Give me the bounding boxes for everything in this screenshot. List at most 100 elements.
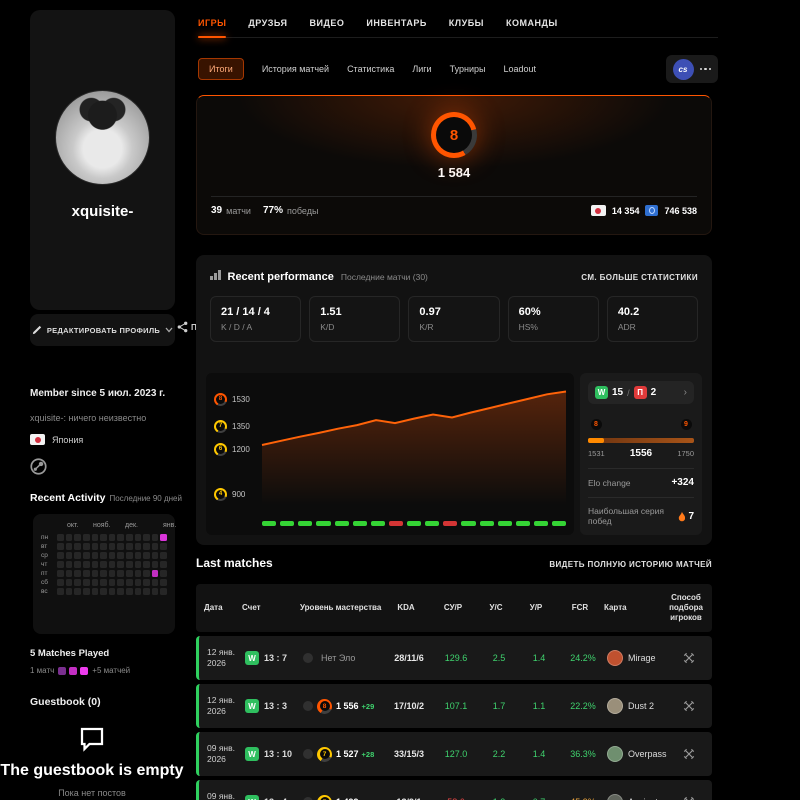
heatmap-cell[interactable]: [152, 561, 159, 568]
heatmap-cell[interactable]: [83, 579, 90, 586]
heatmap-cell[interactable]: [152, 570, 159, 577]
heatmap-cell[interactable]: [100, 588, 107, 595]
steam-link[interactable]: [30, 458, 47, 480]
heatmap-cell[interactable]: [74, 534, 81, 541]
heatmap-cell[interactable]: [83, 552, 90, 559]
heatmap-cell[interactable]: [117, 579, 124, 586]
heatmap-cell[interactable]: [126, 588, 133, 595]
heatmap-cell[interactable]: [66, 570, 73, 577]
heatmap-cell[interactable]: [126, 552, 133, 559]
heatmap-cell[interactable]: [135, 579, 142, 586]
heatmap-cell[interactable]: [83, 570, 90, 577]
heatmap-cell[interactable]: [152, 543, 159, 550]
heatmap-cell[interactable]: [74, 570, 81, 577]
heatmap-cell[interactable]: [100, 579, 107, 586]
heatmap-cell[interactable]: [100, 570, 107, 577]
heatmap-cell[interactable]: [160, 534, 167, 541]
heatmap-cell[interactable]: [74, 579, 81, 586]
heatmap-cell[interactable]: [117, 588, 124, 595]
heatmap-cell[interactable]: [100, 561, 107, 568]
match-row[interactable]: 09 янв.2026W13 : 1071 527+2833/15/3127.0…: [196, 732, 712, 776]
heatmap-cell[interactable]: [92, 552, 99, 559]
heatmap-cell[interactable]: [83, 588, 90, 595]
heatmap-cell[interactable]: [160, 552, 167, 559]
heatmap-cell[interactable]: [109, 552, 116, 559]
heatmap-cell[interactable]: [83, 534, 90, 541]
heatmap-cell[interactable]: [117, 534, 124, 541]
heatmap-cell[interactable]: [135, 552, 142, 559]
heatmap-cell[interactable]: [74, 588, 81, 595]
heatmap-cell[interactable]: [117, 570, 124, 577]
heatmap-cell[interactable]: [66, 543, 73, 550]
heatmap-cell[interactable]: [152, 588, 159, 595]
heatmap-cell[interactable]: [66, 588, 73, 595]
heatmap-cell[interactable]: [74, 561, 81, 568]
game-switcher[interactable]: cs: [666, 55, 719, 83]
heatmap-cell[interactable]: [66, 579, 73, 586]
heatmap-cell[interactable]: [100, 534, 107, 541]
heatmap-cell[interactable]: [66, 552, 73, 559]
heatmap-cell[interactable]: [160, 579, 167, 586]
heatmap-cell[interactable]: [160, 588, 167, 595]
heatmap-cell[interactable]: [92, 588, 99, 595]
win-loss-chip[interactable]: W 15 / П 2 ›: [588, 381, 694, 404]
heatmap-cell[interactable]: [160, 561, 167, 568]
heatmap-cell[interactable]: [100, 543, 107, 550]
heatmap-cell[interactable]: [109, 588, 116, 595]
match-row[interactable]: 12 янв.2026W13 : 7Нет Эло28/11/6129.62.5…: [196, 636, 712, 680]
heatmap-cell[interactable]: [109, 534, 116, 541]
heatmap-cell[interactable]: [57, 588, 64, 595]
more-options-icon[interactable]: [700, 68, 712, 71]
heatmap-cell[interactable]: [143, 588, 150, 595]
heatmap-cell[interactable]: [100, 552, 107, 559]
heatmap-cell[interactable]: [117, 561, 124, 568]
heatmap-cell[interactable]: [143, 552, 150, 559]
match-row[interactable]: 09 янв.2026W13 : 471 499+2813/9/158.61.3…: [196, 780, 712, 800]
heatmap-cell[interactable]: [126, 570, 133, 577]
heatmap-cell[interactable]: [160, 543, 167, 550]
heatmap-cell[interactable]: [143, 579, 150, 586]
subnav-item[interactable]: Loadout: [503, 64, 536, 74]
heatmap-cell[interactable]: [126, 534, 133, 541]
heatmap-cell[interactable]: [117, 543, 124, 550]
heatmap-cell[interactable]: [74, 552, 81, 559]
heatmap-cell[interactable]: [109, 570, 116, 577]
heatmap-cell[interactable]: [135, 588, 142, 595]
match-row[interactable]: 12 янв.2026W13 : 381 556+2917/10/2107.11…: [196, 684, 712, 728]
nav-tab-игры[interactable]: ИГРЫ: [198, 18, 226, 28]
edit-profile-button[interactable]: РЕДАКТИРОВАТЬ ПРОФИЛЬ: [30, 314, 175, 346]
nav-tab-видео[interactable]: ВИДЕО: [310, 18, 345, 28]
heatmap-cell[interactable]: [135, 561, 142, 568]
heatmap-cell[interactable]: [74, 543, 81, 550]
heatmap-cell[interactable]: [109, 561, 116, 568]
heatmap-cell[interactable]: [57, 543, 64, 550]
heatmap-cell[interactable]: [92, 570, 99, 577]
heatmap-cell[interactable]: [57, 561, 64, 568]
subnav-item[interactable]: История матчей: [262, 64, 329, 74]
heatmap-cell[interactable]: [135, 534, 142, 541]
heatmap-cell[interactable]: [57, 534, 64, 541]
subnav-item[interactable]: Турниры: [450, 64, 486, 74]
nav-tab-клубы[interactable]: КЛУБЫ: [449, 18, 484, 28]
heatmap-cell[interactable]: [143, 570, 150, 577]
heatmap-cell[interactable]: [92, 543, 99, 550]
heatmap-cell[interactable]: [57, 552, 64, 559]
heatmap-cell[interactable]: [143, 534, 150, 541]
full-history-link[interactable]: ВИДЕТЬ ПОЛНУЮ ИСТОРИЮ МАТЧЕЙ: [549, 560, 712, 569]
heatmap-cell[interactable]: [92, 579, 99, 586]
heatmap-cell[interactable]: [160, 570, 167, 577]
heatmap-cell[interactable]: [152, 534, 159, 541]
heatmap-cell[interactable]: [126, 561, 133, 568]
heatmap-cell[interactable]: [57, 579, 64, 586]
heatmap-cell[interactable]: [135, 570, 142, 577]
heatmap-cell[interactable]: [92, 534, 99, 541]
heatmap-cell[interactable]: [83, 561, 90, 568]
see-more-stats-link[interactable]: СМ. БОЛЬШЕ СТАТИСТИКИ: [581, 273, 698, 282]
heatmap-cell[interactable]: [57, 570, 64, 577]
heatmap-cell[interactable]: [143, 561, 150, 568]
heatmap-cell[interactable]: [152, 552, 159, 559]
nav-tab-инвентарь[interactable]: ИНВЕНТАРЬ: [366, 18, 426, 28]
heatmap-cell[interactable]: [135, 543, 142, 550]
subnav-item[interactable]: Итоги: [198, 58, 244, 80]
nav-tab-команды[interactable]: КОМАНДЫ: [506, 18, 558, 28]
